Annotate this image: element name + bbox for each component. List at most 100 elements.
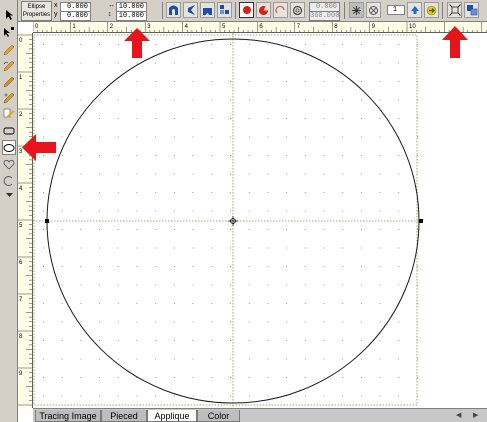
arc-button[interactable] <box>273 2 288 18</box>
arch-shape-button[interactable] <box>166 2 181 18</box>
height-field[interactable]: 10.000 <box>116 11 147 21</box>
grid-dot <box>304 247 306 249</box>
scroll-left-icon[interactable]: ◀ <box>456 411 461 419</box>
scroll-right-icon[interactable]: ▶ <box>473 411 478 419</box>
grid-dot <box>155 81 157 82</box>
grid-dot <box>136 136 138 138</box>
bridge-shape-button[interactable] <box>200 2 215 18</box>
grid-dot <box>379 358 381 360</box>
grid-dot <box>304 340 306 341</box>
pie-slice-button[interactable] <box>256 2 271 18</box>
grid-dot <box>136 81 138 82</box>
grid-dot <box>286 303 288 304</box>
x-label: x <box>54 2 58 9</box>
arrow-up-icon <box>410 6 419 14</box>
vertical-ruler: 012345678910 <box>18 33 33 408</box>
grid-dot <box>342 44 344 45</box>
freehand-tool-button[interactable] <box>2 74 16 89</box>
grid-dot <box>230 136 231 138</box>
grid-dot <box>80 377 82 378</box>
grid-dot <box>43 284 44 286</box>
grid-dot <box>379 210 381 212</box>
grid-dot <box>155 192 157 193</box>
vertical-scrollbar[interactable] <box>455 33 487 408</box>
grid-dot <box>267 192 269 193</box>
pencil-bezier-icon <box>3 92 15 103</box>
curve-tool-button[interactable] <box>2 58 16 73</box>
grid-dot <box>155 173 157 175</box>
bezier-tool-button[interactable] <box>2 90 16 105</box>
tab-tracing-image[interactable]: Tracing Image <box>35 410 101 422</box>
grid-dot <box>342 358 344 360</box>
tile-shape-button[interactable] <box>217 2 232 18</box>
grid-dot <box>192 247 194 249</box>
polyline-tool-button[interactable] <box>2 106 16 121</box>
grid-dot <box>192 210 194 212</box>
grid-dot <box>173 81 175 82</box>
grid-dot <box>211 81 213 82</box>
grid-dot <box>342 173 344 175</box>
tools-scroll-down-button[interactable] <box>2 191 16 199</box>
grid-dot <box>267 377 269 378</box>
ellipse-tool-button[interactable] <box>2 140 16 155</box>
rectangle-tool-button[interactable] <box>2 123 16 138</box>
tab-pieced[interactable]: Pieced <box>101 410 147 422</box>
grid-dot <box>248 192 250 193</box>
right-handle <box>419 219 423 223</box>
grid-dot <box>230 192 231 193</box>
snap-radial-button[interactable] <box>349 2 364 18</box>
apply-button[interactable] <box>424 2 439 18</box>
tile-icon <box>220 5 229 14</box>
grid-dot <box>398 321 400 323</box>
heart-tool-button[interactable] <box>2 157 16 172</box>
grid-dot <box>99 192 101 193</box>
segments-count-field[interactable]: 1 <box>387 5 405 15</box>
grid-dot <box>323 173 325 175</box>
tab-applique[interactable]: Applique <box>147 410 197 422</box>
tab-color[interactable]: Color <box>197 410 240 422</box>
grid-dot <box>323 303 325 304</box>
y-position-field[interactable]: 0.000 <box>60 11 91 21</box>
drawing-canvas[interactable] <box>33 33 455 408</box>
crescent-shape-button[interactable] <box>183 2 198 18</box>
grid-dot <box>192 81 194 82</box>
grid-dot <box>192 62 194 64</box>
grid-dot <box>360 247 362 249</box>
heart-icon <box>3 159 15 170</box>
grid-dot <box>136 395 138 397</box>
shape-tool-button[interactable] <box>2 24 16 39</box>
grid-dot <box>248 229 250 230</box>
ring-button[interactable] <box>290 2 305 18</box>
toolbar-separator <box>442 2 443 19</box>
grid-dot <box>398 266 400 267</box>
grid-dot <box>398 81 400 82</box>
ruler-label: 5 <box>19 223 23 229</box>
grid-dot <box>267 210 269 212</box>
grid-dot <box>267 247 269 249</box>
grid-dot <box>117 340 119 341</box>
grid-dot <box>360 173 362 175</box>
grid-dot <box>267 340 269 341</box>
end-angle-field[interactable]: 360.000 <box>309 11 340 21</box>
line-tool-button[interactable] <box>2 42 16 57</box>
up-arrow-button[interactable] <box>407 2 422 18</box>
grid-dot <box>43 192 44 193</box>
grid-dot <box>99 62 101 64</box>
grid-dot <box>286 377 288 378</box>
grid-dot <box>342 284 344 286</box>
grid-dot <box>61 210 63 212</box>
arc-tool-button[interactable] <box>2 173 16 188</box>
grid-dot <box>80 340 82 341</box>
pick-tool-button[interactable] <box>2 7 16 22</box>
toolbar-separator <box>344 2 345 19</box>
grid-dot <box>230 340 231 341</box>
grid-dot <box>342 377 344 378</box>
grid-dot <box>192 284 194 286</box>
full-ellipse-button[interactable] <box>239 2 254 18</box>
snap-cross-button[interactable] <box>366 2 381 18</box>
resize-shape-button[interactable] <box>464 2 479 18</box>
grid-dot <box>99 358 101 360</box>
grid-dot <box>80 44 82 45</box>
fit-to-block-button[interactable] <box>447 2 462 18</box>
grid-dot <box>304 136 306 138</box>
